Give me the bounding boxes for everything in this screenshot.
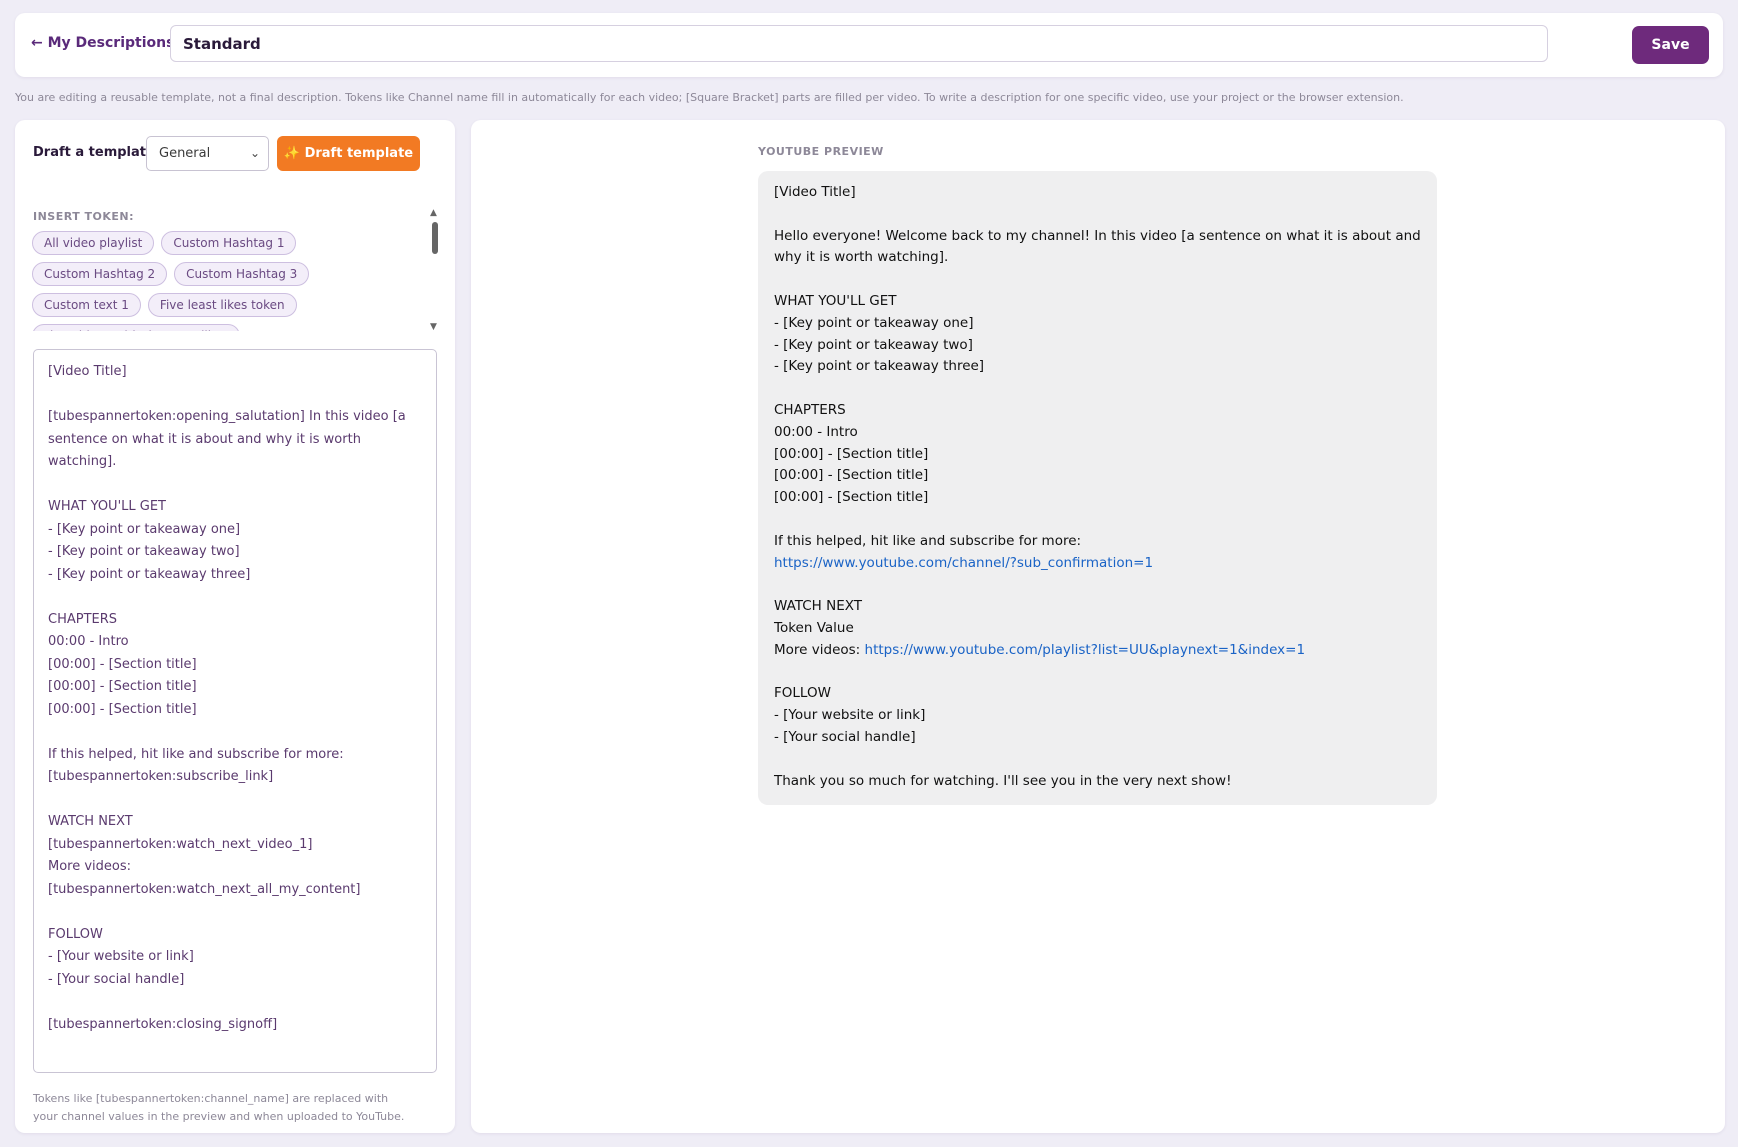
token-help-note: Tokens like [tubespannertoken:channel_na… [33,1092,405,1123]
scroll-down-arrow-icon[interactable]: ▼ [430,322,437,332]
draft-type-value: General [159,146,211,161]
draft-template-button[interactable]: ✨ Draft template [277,136,420,171]
preview-text-part-1: [Video Title] Hello everyone! Welcome ba… [774,184,1421,549]
back-to-descriptions-link[interactable]: ← My Descriptions [31,35,174,51]
playlist-link[interactable]: https://www.youtube.com/playlist?list=UU… [865,642,1306,658]
scrollbar-thumb[interactable] [432,222,438,254]
token-list: All video playlist Custom Hashtag 1 Custom… [32,231,428,331]
draft-template-label: Draft a template: [33,145,161,160]
token-chip[interactable]: Custom text 1 [32,293,141,317]
template-notice: You are editing a reusable template, not… [15,91,1404,104]
subscribe-link[interactable]: https://www.youtube.com/channel/?sub_con… [774,555,1153,571]
youtube-preview-label: YOUTUBE PREVIEW [758,145,884,158]
template-text-editor[interactable]: [Video Title] [tubespannertoken:opening_… [33,349,437,1073]
template-name-input[interactable] [170,25,1548,62]
preview-text-part-2: WATCH NEXT Token Value More videos: [774,598,863,658]
preview-text-part-3: FOLLOW - [Your website or link] - [Your … [774,685,1232,789]
token-chip[interactable]: Five least likes token [147,293,297,317]
top-bar: ← My Descriptions Save [15,13,1723,77]
token-list-scrollbar[interactable]: ▲ ▼ [429,208,441,332]
token-chip[interactable]: Custom Hashtag 3 [174,262,310,286]
chevron-down-icon: ⌄ [249,146,260,160]
preview-panel: YOUTUBE PREVIEW [Video Title] Hello ever… [471,120,1725,1133]
token-chip[interactable]: Custom Hashtag 1 [161,231,297,255]
template-editor-panel: Draft a template: General ⌄ ✨ Draft temp… [15,120,455,1133]
token-chip[interactable]: All video playlist [32,231,155,255]
scroll-up-arrow-icon[interactable]: ▲ [430,208,437,218]
token-chip[interactable]: Custom Hashtag 2 [32,262,168,286]
youtube-preview-box: [Video Title] Hello everyone! Welcome ba… [758,171,1437,805]
insert-token-label: INSERT TOKEN: [33,210,135,223]
token-chip[interactable]: Five videos with the most likes [32,324,240,331]
save-button[interactable]: Save [1632,26,1709,64]
draft-type-select[interactable]: General ⌄ [146,136,269,171]
